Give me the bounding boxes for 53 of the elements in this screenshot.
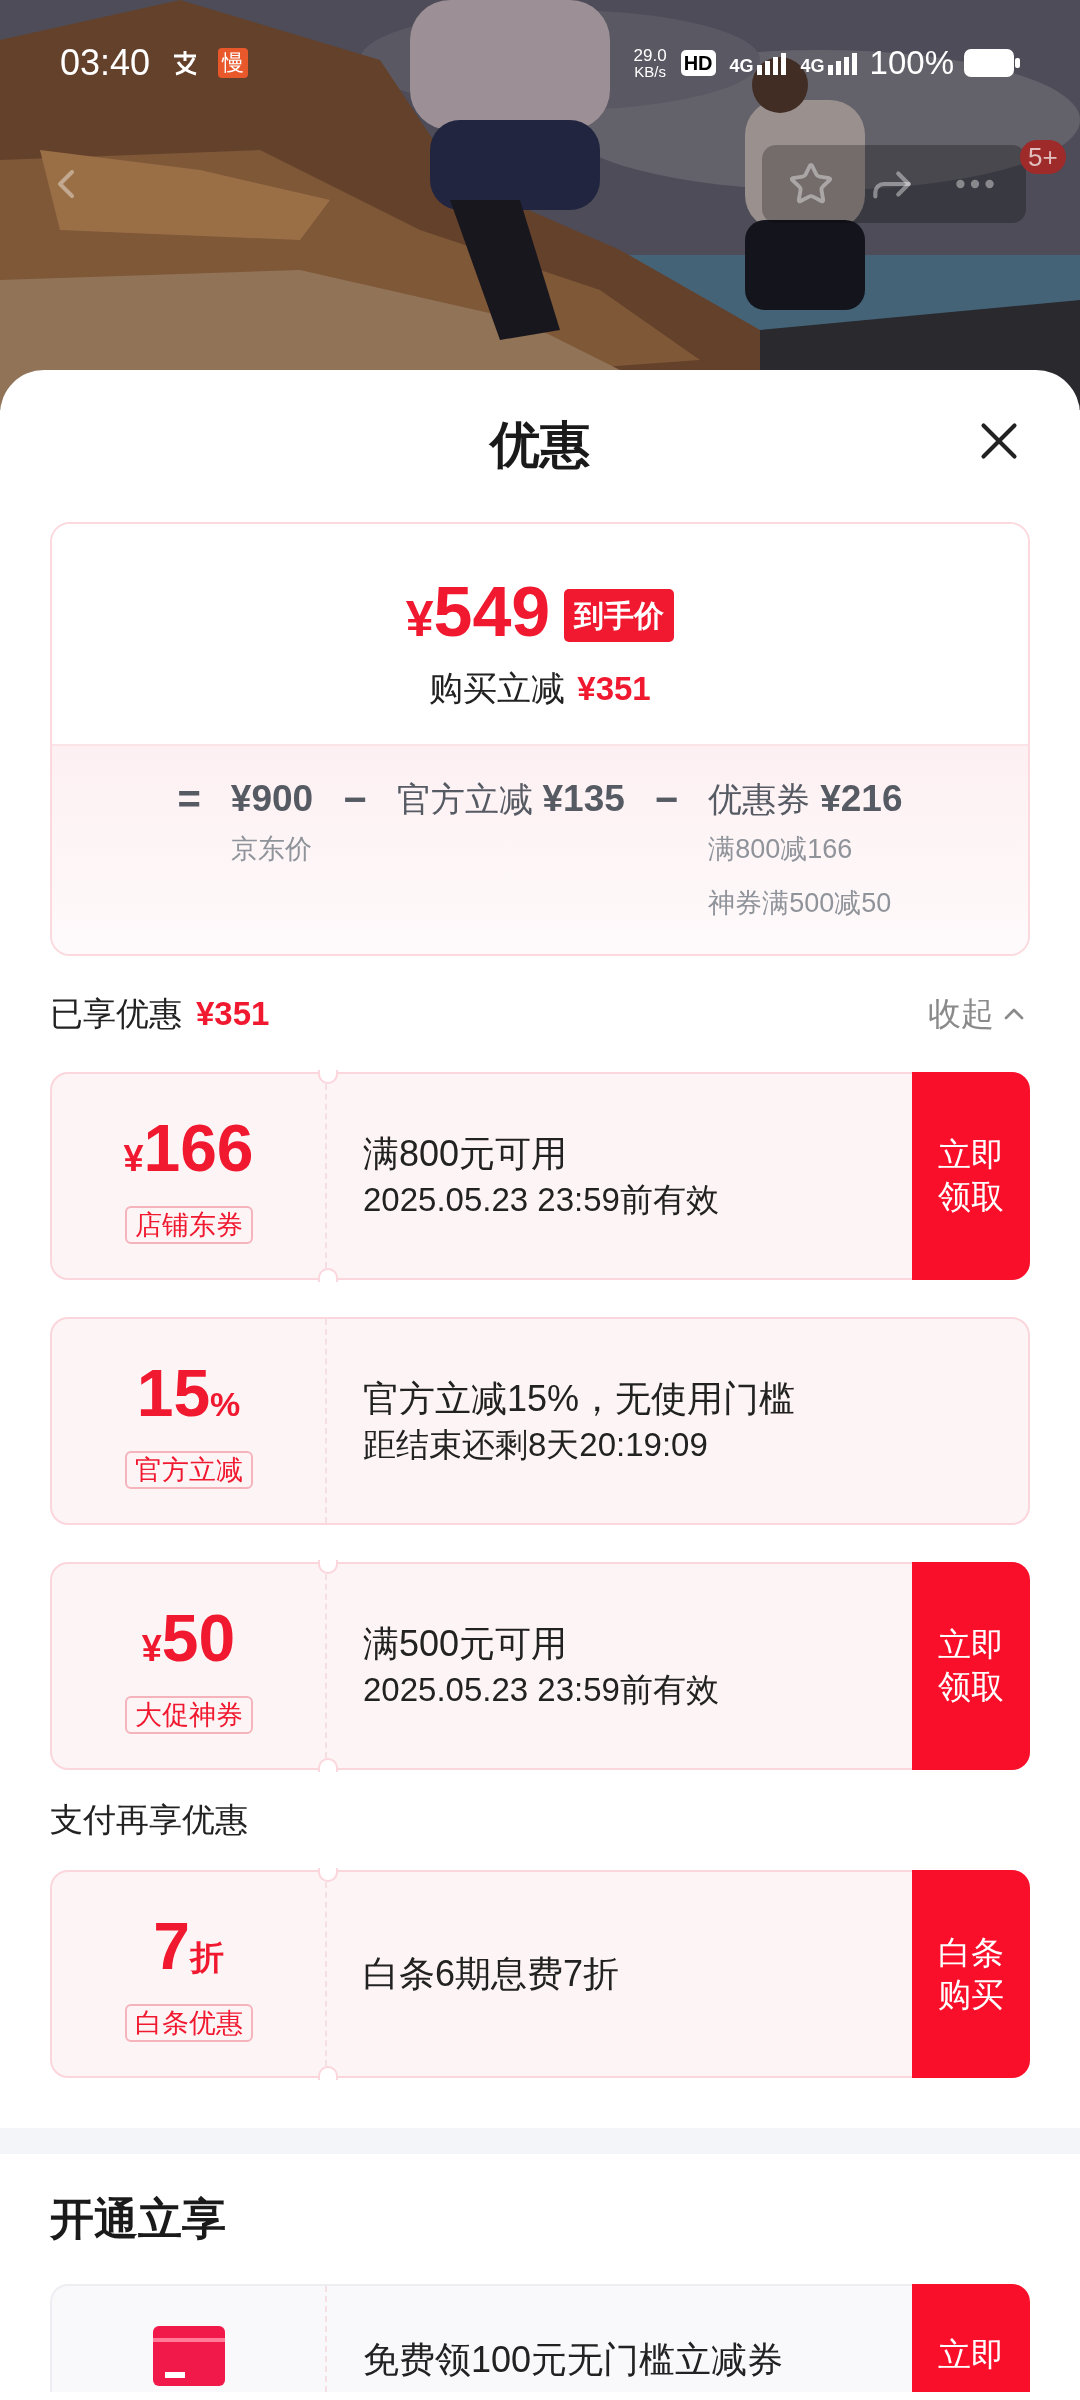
sheet-title: 优惠	[490, 416, 590, 475]
coupon-title: 满500元可用	[363, 1622, 569, 1666]
coupon-tag: 官方立减	[124, 1451, 253, 1489]
operator: =	[177, 776, 201, 822]
coupon-tag: 店铺东券	[124, 1206, 253, 1244]
clock: 03:40	[60, 41, 151, 85]
saving-label: 购买立减	[429, 668, 566, 709]
network-type: 4G	[729, 57, 754, 75]
breakdown-label: 官方立减	[396, 779, 533, 820]
coupon-tag: 白条优惠	[124, 2004, 253, 2042]
coupon-title: 满800元可用	[363, 1132, 569, 1176]
enjoyed-label: 已享优惠	[50, 994, 182, 1035]
coupon-value: ¥50	[141, 1600, 236, 1677]
coupon-subtitle: 距结束还剩8天20:19:09	[363, 1425, 709, 1465]
breakdown-label: 优惠券	[708, 779, 811, 820]
breakdown-note: 神券满500减50	[708, 887, 893, 920]
coupon-value: 7折	[153, 1908, 224, 1985]
breakdown-note: 京东价	[230, 833, 313, 866]
battery-percent: 100%	[869, 43, 954, 84]
breakdown-amount: ¥900	[230, 777, 314, 821]
coupon-title: 官方立减15%，无使用门槛	[363, 1377, 797, 1421]
operator: −	[343, 776, 367, 822]
battery-icon	[964, 49, 1020, 77]
claim-button[interactable]: 立即领取	[912, 1072, 1030, 1280]
claim-button[interactable]: 白条购买	[912, 1870, 1030, 2078]
coupon-title: 白条6期息费7折	[363, 1952, 621, 1996]
breakdown-amount: ¥135	[542, 777, 625, 821]
signal-icon	[827, 51, 858, 75]
coupon-title: 免费领100元无门槛立减券	[363, 2338, 785, 2382]
section-title: 支付再享优惠	[50, 1800, 248, 1841]
collapse-toggle[interactable]: 收起	[928, 989, 1030, 1039]
network-speed-unit: KB/s	[634, 64, 666, 79]
claim-button[interactable]: 立即领取	[912, 1562, 1030, 1770]
claim-button[interactable]: 立即	[912, 2284, 1030, 2392]
card-icon	[152, 2326, 225, 2386]
price-tag: 到手价	[564, 589, 675, 642]
saving-amount: ¥351	[577, 668, 651, 709]
enjoyed-amount: ¥351	[196, 994, 270, 1035]
notification-badge: 慢	[218, 48, 249, 78]
signal-icon	[756, 51, 787, 75]
coupon-tag: 大促神券	[124, 1696, 253, 1734]
breakdown-amount: ¥216	[820, 777, 903, 821]
final-price: ¥549	[405, 574, 551, 653]
hd-label: HD	[680, 50, 716, 76]
coupon-subtitle: 2025.05.23 23:59前有效	[363, 1180, 720, 1220]
breakdown-note: 满800减166	[708, 833, 854, 866]
coupon-subtitle: 2025.05.23 23:59前有效	[363, 1670, 720, 1710]
coupon-value: 15%	[136, 1355, 241, 1432]
network-type: 4G	[800, 57, 825, 75]
coupon-value: ¥166	[123, 1110, 254, 1187]
section-title: 开通立享	[50, 2193, 226, 2245]
network-speed: 29.0	[633, 47, 667, 64]
operator: −	[654, 776, 679, 822]
